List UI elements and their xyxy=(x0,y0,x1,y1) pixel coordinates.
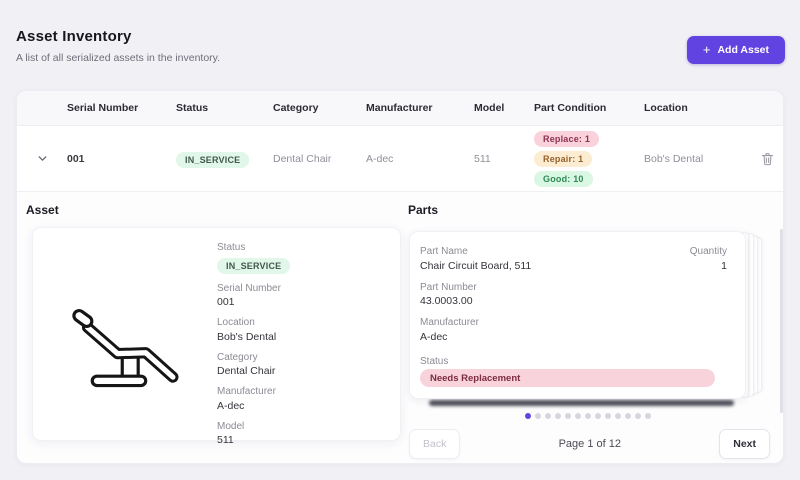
page-header-text: Asset Inventory A list of all serialized… xyxy=(16,28,220,64)
cell-location: Bob's Dental xyxy=(644,153,756,165)
pagination-dot-active[interactable] xyxy=(525,413,531,419)
plus-icon: + xyxy=(703,45,711,55)
back-button[interactable]: Back xyxy=(409,429,460,459)
parts-section-heading: Parts xyxy=(408,203,438,217)
add-asset-label: Add Asset xyxy=(717,44,769,56)
repair-badge: Repair: 1 xyxy=(534,151,592,167)
pagination-dot[interactable] xyxy=(585,413,591,419)
asset-section-heading: Asset xyxy=(26,203,59,217)
cell-serial-number: 001 xyxy=(67,153,176,165)
part-status-field: Status Needs Replacement xyxy=(420,356,727,388)
cell-manufacturer: A-dec xyxy=(366,153,474,165)
asset-table: Serial Number Status Category Manufactur… xyxy=(17,91,783,192)
part-name-field: Part Name Chair Circuit Board, 511 xyxy=(420,246,531,272)
pagination-dot[interactable] xyxy=(645,413,651,419)
pagination-dot[interactable] xyxy=(605,413,611,419)
asset-status-badge: IN_SERVICE xyxy=(217,258,290,274)
col-status: Status xyxy=(176,102,273,114)
add-asset-button[interactable]: + Add Asset xyxy=(687,36,785,64)
part-quantity-field: Quantity 1 xyxy=(690,246,727,272)
pagination-dot[interactable] xyxy=(625,413,631,419)
pagination-dot[interactable] xyxy=(535,413,541,419)
part-manufacturer-field: Manufacturer A-dec xyxy=(420,317,727,343)
pagination-dot[interactable] xyxy=(555,413,561,419)
parts-card[interactable]: Part Name Chair Circuit Board, 511 Quant… xyxy=(409,231,746,399)
cell-status: IN_SERVICE xyxy=(176,150,273,168)
cell-category: Dental Chair xyxy=(273,153,366,165)
part-number-field: Part Number 43.0003.00 xyxy=(420,282,727,308)
trash-icon xyxy=(760,151,775,167)
col-model: Model xyxy=(474,102,534,114)
replace-badge: Replace: 1 xyxy=(534,131,599,147)
page-subtitle: A list of all serialized assets in the i… xyxy=(16,52,220,64)
dental-chair-illustration xyxy=(51,276,201,406)
table-row[interactable]: 001 IN_SERVICE Dental Chair A-dec 511 Re… xyxy=(17,126,783,192)
chevron-down-icon xyxy=(36,152,49,165)
col-category: Category xyxy=(273,102,366,114)
parts-scrollbar[interactable] xyxy=(780,229,783,413)
pagination-dot[interactable] xyxy=(635,413,641,419)
page-indicator: Page 1 of 12 xyxy=(559,438,621,450)
row-expander[interactable] xyxy=(17,152,67,165)
pagination-dot[interactable] xyxy=(595,413,601,419)
detail-location: Location Bob's Dental xyxy=(217,317,386,343)
pagination-dots xyxy=(409,413,767,419)
col-location: Location xyxy=(644,102,756,114)
pagination-dot[interactable] xyxy=(575,413,581,419)
detail-category: Category Dental Chair xyxy=(217,352,386,378)
deck-shadow xyxy=(429,400,734,406)
needs-replacement-badge: Needs Replacement xyxy=(420,369,715,387)
good-badge: Good: 10 xyxy=(534,171,593,187)
pagination-bar: Back Page 1 of 12 Next xyxy=(409,429,770,459)
status-badge: IN_SERVICE xyxy=(176,152,249,168)
pagination-dot[interactable] xyxy=(545,413,551,419)
page-title: Asset Inventory xyxy=(16,28,220,45)
asset-card: Status IN_SERVICE Serial Number 001 Loca… xyxy=(32,227,401,441)
main-panel: Serial Number Status Category Manufactur… xyxy=(16,90,784,464)
asset-details: Status IN_SERVICE Serial Number 001 Loca… xyxy=(217,242,386,455)
part-name-row: Part Name Chair Circuit Board, 511 Quant… xyxy=(420,246,727,282)
cell-actions xyxy=(756,147,783,171)
next-button[interactable]: Next xyxy=(719,429,770,459)
pagination-dot[interactable] xyxy=(565,413,571,419)
pagination-dot[interactable] xyxy=(615,413,621,419)
col-manufacturer: Manufacturer xyxy=(366,102,474,114)
detail-manufacturer: Manufacturer A-dec xyxy=(217,386,386,412)
delete-asset-button[interactable] xyxy=(756,147,779,171)
detail-serial-number: Serial Number 001 xyxy=(217,283,386,309)
table-header-row: Serial Number Status Category Manufactur… xyxy=(17,91,783,126)
detail-status: Status IN_SERVICE xyxy=(217,242,386,274)
detail-model: Model 511 xyxy=(217,421,386,447)
cell-part-condition: Replace: 1 Repair: 1 Good: 10 xyxy=(534,131,644,187)
parts-card-deck: Part Name Chair Circuit Board, 511 Quant… xyxy=(409,231,762,399)
col-part-condition: Part Condition xyxy=(534,102,644,114)
col-serial-number: Serial Number xyxy=(67,102,176,114)
cell-model: 511 xyxy=(474,153,534,165)
page-header: Asset Inventory A list of all serialized… xyxy=(16,28,785,64)
